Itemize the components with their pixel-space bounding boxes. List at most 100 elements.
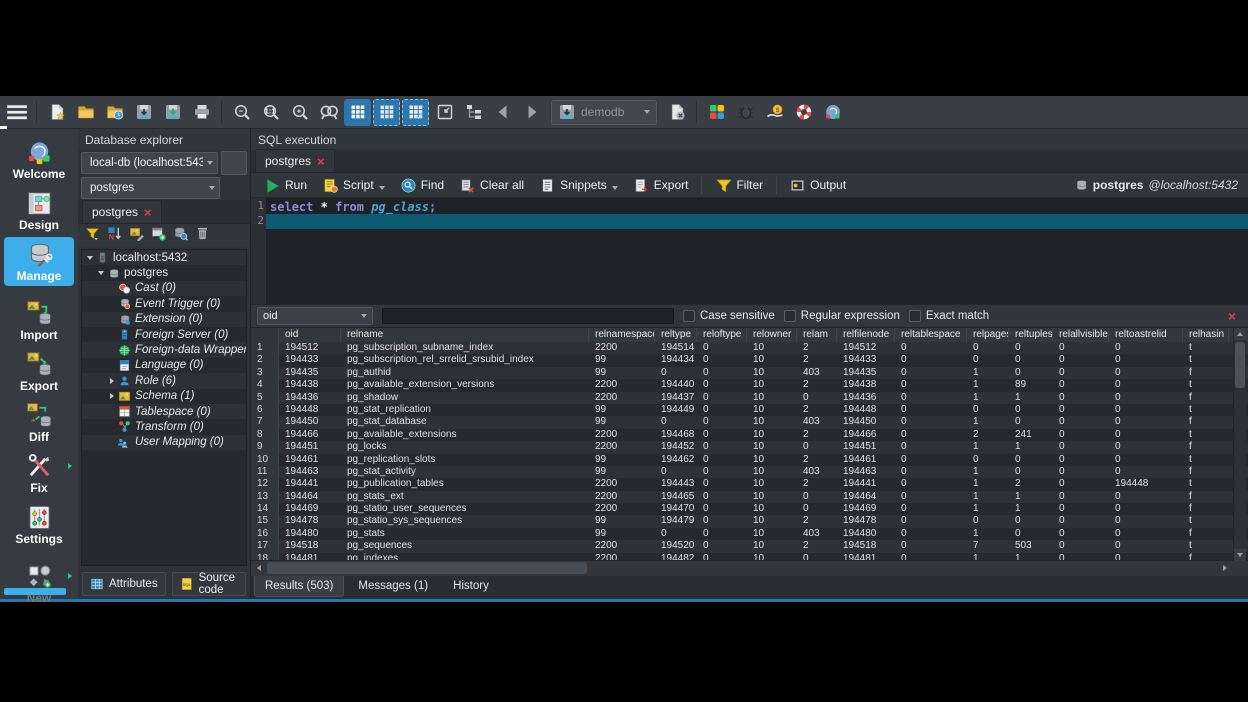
grid-view-outline-button[interactable] <box>373 99 400 126</box>
tree-item-event-trigger-0-[interactable]: Event Trigger (0) <box>82 296 246 311</box>
tree-item-language-0-[interactable]: Language (0) <box>82 358 246 373</box>
script-button[interactable]: Script <box>316 176 392 195</box>
zoom-out-button[interactable]: − <box>228 99 255 126</box>
activity-item-welcome[interactable]: Welcome <box>4 135 74 184</box>
expander-right-icon[interactable] <box>107 393 117 399</box>
grid-view-button[interactable] <box>344 99 371 126</box>
column-header-reltype[interactable]: reltype <box>655 328 697 342</box>
checkbox-exact-match[interactable]: Exact match <box>909 310 989 322</box>
table-row[interactable]: 7194450pg_stat_database99001040319445001… <box>251 416 1248 428</box>
activity-item-import[interactable]: Import <box>4 296 74 345</box>
menu-button[interactable] <box>3 99 30 126</box>
result-tab-results-503-[interactable]: Results (503) <box>254 576 344 597</box>
debug-bug-button[interactable] <box>732 99 759 126</box>
column-header-relallvisible[interactable]: relallvisible <box>1053 328 1109 342</box>
filter-button[interactable]: Filter <box>708 175 770 195</box>
column-header-relhasin[interactable]: relhasin <box>1183 328 1229 342</box>
table-row[interactable]: 17194518pg_sequences22001945200102194518… <box>251 540 1248 552</box>
window-plus-button[interactable] <box>151 226 166 246</box>
close-filter-icon[interactable]: × <box>1228 308 1242 324</box>
zoom-in-button[interactable]: + <box>286 99 313 126</box>
activity-item-diff[interactable]: Diff <box>4 398 74 447</box>
donate-button[interactable]: $ <box>761 99 788 126</box>
tree-item-postgres[interactable]: postgres <box>82 265 246 280</box>
table-row[interactable]: 16194480pg_stats99001040319448001000f <box>251 528 1248 540</box>
source-code-button[interactable]: SQLSource code <box>172 572 246 596</box>
vertical-scrollbar[interactable] <box>1233 328 1246 561</box>
db-search-button[interactable] <box>173 226 188 246</box>
attributes-button[interactable]: Attributes <box>82 572 166 596</box>
filter-funnel-small-button[interactable] <box>85 226 100 246</box>
expander-down-icon[interactable] <box>96 271 106 275</box>
scroll-up-icon[interactable] <box>1237 332 1243 336</box>
table-row[interactable]: 9194451pg_locks2200194452010019445101100… <box>251 441 1248 453</box>
tree-item-extension-0-[interactable]: Extension (0) <box>82 312 246 327</box>
tree-item-schema-1-[interactable]: Schema (1) <box>82 389 246 404</box>
expander-down-icon[interactable] <box>85 256 95 260</box>
save-button[interactable] <box>130 99 157 126</box>
column-header-relfilenode[interactable]: relfilenode <box>837 328 895 342</box>
result-tab-messages-1-[interactable]: Messages (1) <box>347 576 439 597</box>
tree-item-role-6-[interactable]: Role (6) <box>82 373 246 388</box>
column-header-relnamespace[interactable]: relnamespace <box>589 328 655 342</box>
save-as-button[interactable] <box>159 99 186 126</box>
tree-item-localhost-5432[interactable]: localhost:5432 <box>82 250 246 265</box>
table-row[interactable]: 8194466pg_available_extensions2200194468… <box>251 429 1248 441</box>
table-row[interactable]: 2194433pg_subscription_rel_srrelid_srsub… <box>251 354 1248 366</box>
close-file-button[interactable] <box>663 99 690 126</box>
sql-editor[interactable]: 12 select * from pg_class; <box>251 197 1248 304</box>
code-line[interactable]: select * from pg_class; <box>266 199 1248 214</box>
refresh-button[interactable] <box>223 177 247 199</box>
new-file-button[interactable] <box>43 99 70 126</box>
table-row[interactable]: 10194461pg_replication_slots991944620102… <box>251 454 1248 466</box>
connect-button[interactable] <box>221 151 247 175</box>
database-select[interactable]: postgres <box>81 177 220 199</box>
table-row[interactable]: 14194469pg_statio_user_sequences22001944… <box>251 503 1248 515</box>
snippets-button[interactable]: Snippets <box>533 176 625 195</box>
tree-item-tablespace-0-[interactable]: Tablespace (0) <box>82 404 246 419</box>
checkbox-icon[interactable] <box>683 310 695 322</box>
horizontal-scrollbar[interactable] <box>251 560 1248 576</box>
close-icon[interactable]: × <box>317 155 325 168</box>
checkbox-icon[interactable] <box>784 310 796 322</box>
result-tab-history[interactable]: History <box>442 576 500 597</box>
column-header-relam[interactable]: relam <box>797 328 837 342</box>
tree-item-transform-0-[interactable]: Transform (0) <box>82 419 246 434</box>
help-lifebuoy-button[interactable] <box>790 99 817 126</box>
shrink-window-button[interactable] <box>431 99 458 126</box>
postgresql-about-button[interactable] <box>819 99 846 126</box>
connection-select[interactable]: local-db (localhost:5432 <box>81 152 218 174</box>
open-file-button[interactable] <box>72 99 99 126</box>
plugins-button[interactable] <box>703 99 730 126</box>
code-line[interactable] <box>266 214 1248 229</box>
vertical-scroll-thumb[interactable] <box>1235 342 1245 388</box>
activity-item-export[interactable]: Export <box>4 347 74 396</box>
forward-button[interactable] <box>518 99 545 126</box>
export-button[interactable]: Export <box>627 176 696 195</box>
back-button[interactable] <box>489 99 516 126</box>
new-tab-button[interactable] <box>1219 150 1243 172</box>
output-button[interactable]: Output <box>783 176 853 195</box>
close-icon[interactable]: × <box>144 206 152 219</box>
activity-item-manage[interactable]: Manage <box>4 237 74 286</box>
trash-button[interactable] <box>195 226 210 246</box>
filter-column-select[interactable]: oid <box>257 307 373 325</box>
print-button[interactable] <box>188 99 215 126</box>
table-row[interactable]: 4194438pg_available_extension_versions22… <box>251 379 1248 391</box>
recent-files-button[interactable] <box>101 99 128 126</box>
zoom-original-button[interactable]: 1:1 <box>257 99 284 126</box>
compare-search-button[interactable] <box>315 99 342 126</box>
scroll-right-icon[interactable] <box>1223 565 1227 571</box>
table-row[interactable]: 12194441pg_publication_tables22001944430… <box>251 478 1248 490</box>
activity-item-fix[interactable]: Fix <box>4 449 74 498</box>
tree-item-user-mapping-0-[interactable]: User Mapping (0) <box>82 435 246 450</box>
edit-image-button[interactable] <box>129 226 144 246</box>
code-area[interactable]: select * from pg_class; <box>266 198 1248 304</box>
column-header-reltoastrelid[interactable]: reltoastrelid <box>1109 328 1183 342</box>
activity-item-design[interactable]: Design <box>4 186 74 235</box>
table-row[interactable]: 6194448pg_stat_replication99194449010219… <box>251 404 1248 416</box>
table-row[interactable]: 3194435pg_authid99001040319443501000f <box>251 367 1248 379</box>
scroll-left-icon[interactable] <box>257 565 261 571</box>
tree-item-foreign-server-0-[interactable]: Foreign Server (0) <box>82 327 246 342</box>
column-header-oid[interactable]: oid <box>279 328 341 342</box>
